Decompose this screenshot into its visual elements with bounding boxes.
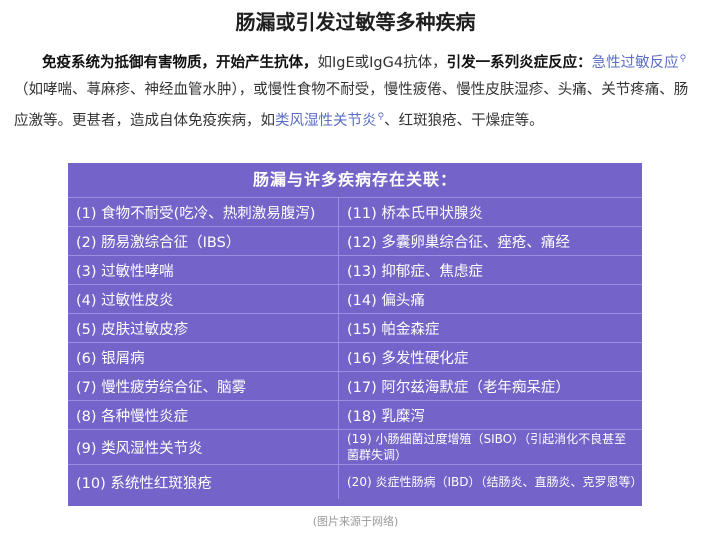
- disease-cell: (16) 多发性硬化症: [338, 342, 642, 372]
- disease-cell: (1) 食物不耐受(吃冷、热刺激易腹泻): [68, 197, 339, 227]
- para-text-3: 、红斑狼疮、干燥症等。: [384, 112, 544, 129]
- table-row: (10) 系统性红斑狼疮 (20) 炎症性肠病（IBD）（结肠炎、直肠炎、克罗恩等…: [68, 464, 642, 499]
- table-row: (5) 皮肤过敏皮疹 (15) 帕金森症: [68, 313, 642, 343]
- table-row: (3) 过敏性哮喘 (13) 抑郁症、焦虑症: [68, 255, 642, 285]
- disease-cell: (12) 多囊卵巢综合征、痤疮、痛经: [338, 226, 642, 256]
- disease-cell: (6) 银屑病: [68, 342, 339, 372]
- disease-cell: (10) 系统性红斑狼疮: [68, 464, 339, 499]
- link-acute-allergy[interactable]: 急性过敏反应: [592, 55, 679, 71]
- disease-cell: (20) 炎症性肠病（IBD）（结肠炎、直肠炎、克罗恩等）: [338, 464, 642, 499]
- search-icon[interactable]: ⚲: [680, 54, 687, 64]
- disease-cell: (15) 帕金森症: [338, 313, 642, 343]
- disease-cell: (2) 肠易激综合征（IBS）: [68, 226, 339, 256]
- disease-cell: (9) 类风湿性关节炎: [68, 429, 339, 465]
- disease-cell: (13) 抑郁症、焦虑症: [338, 255, 642, 285]
- table-row: (2) 肠易激综合征（IBS） (12) 多囊卵巢综合征、痤疮、痛经: [68, 226, 642, 256]
- table-row: (7) 慢性疲劳综合征、脑雾 (17) 阿尔兹海默症（老年痴呆症）: [68, 371, 642, 401]
- link-rheumatoid-arthritis[interactable]: 类风湿性关节炎: [275, 113, 377, 129]
- disease-table: (1) 食物不耐受(吃冷、热刺激易腹泻) (11) 桥本氏甲状腺炎 (2) 肠易激…: [68, 197, 642, 499]
- disease-panel: 肠漏与许多疾病存在关联： (1) 食物不耐受(吃冷、热刺激易腹泻) (11) 桥本…: [68, 163, 642, 506]
- disease-cell: (17) 阿尔兹海默症（老年痴呆症）: [338, 371, 642, 401]
- article-paragraph: 免疫系统为抵御有害物质，开始产生抗体，如IgE或IgG4抗体，引发一系列炎症反应…: [14, 46, 698, 135]
- article-title: 肠漏或引发过敏等多种疾病: [235, 10, 476, 34]
- disease-cell: (3) 过敏性哮喘: [68, 255, 339, 285]
- table-row: (9) 类风湿性关节炎 (19) 小肠细菌过度增殖（SIBO）（引起消化不良甚至菌…: [68, 429, 642, 465]
- disease-cell: (8) 各种慢性炎症: [68, 400, 339, 430]
- para-bold-2: 引发一系列炎症反应：: [446, 54, 592, 71]
- disease-cell: (19) 小肠细菌过度增殖（SIBO）（引起消化不良甚至菌群失调）: [338, 429, 642, 465]
- disease-cell: (18) 乳糜泻: [338, 400, 642, 430]
- disease-cell: (11) 桥本氏甲状腺炎: [338, 197, 642, 227]
- disease-cell: (5) 皮肤过敏皮疹: [68, 313, 339, 343]
- table-row: (1) 食物不耐受(吃冷、热刺激易腹泻) (11) 桥本氏甲状腺炎: [68, 197, 642, 227]
- para-text-1: 如IgE或IgG4抗体，: [317, 54, 447, 71]
- disease-cell: (7) 慢性疲劳综合征、脑雾: [68, 371, 339, 401]
- disease-cell: (14) 偏头痛: [338, 284, 642, 314]
- table-row: (8) 各种慢性炎症 (18) 乳糜泻: [68, 400, 642, 430]
- disease-cell: (4) 过敏性皮炎: [68, 284, 339, 314]
- table-row: (4) 过敏性皮炎 (14) 偏头痛: [68, 284, 642, 314]
- panel-header: 肠漏与许多疾病存在关联：: [252, 170, 457, 189]
- image-caption: (图片来源于网络): [312, 515, 399, 528]
- para-bold-1: 免疫系统为抵御有害物质，开始产生抗体，: [42, 54, 318, 71]
- table-row: (6) 银屑病 (16) 多发性硬化症: [68, 342, 642, 372]
